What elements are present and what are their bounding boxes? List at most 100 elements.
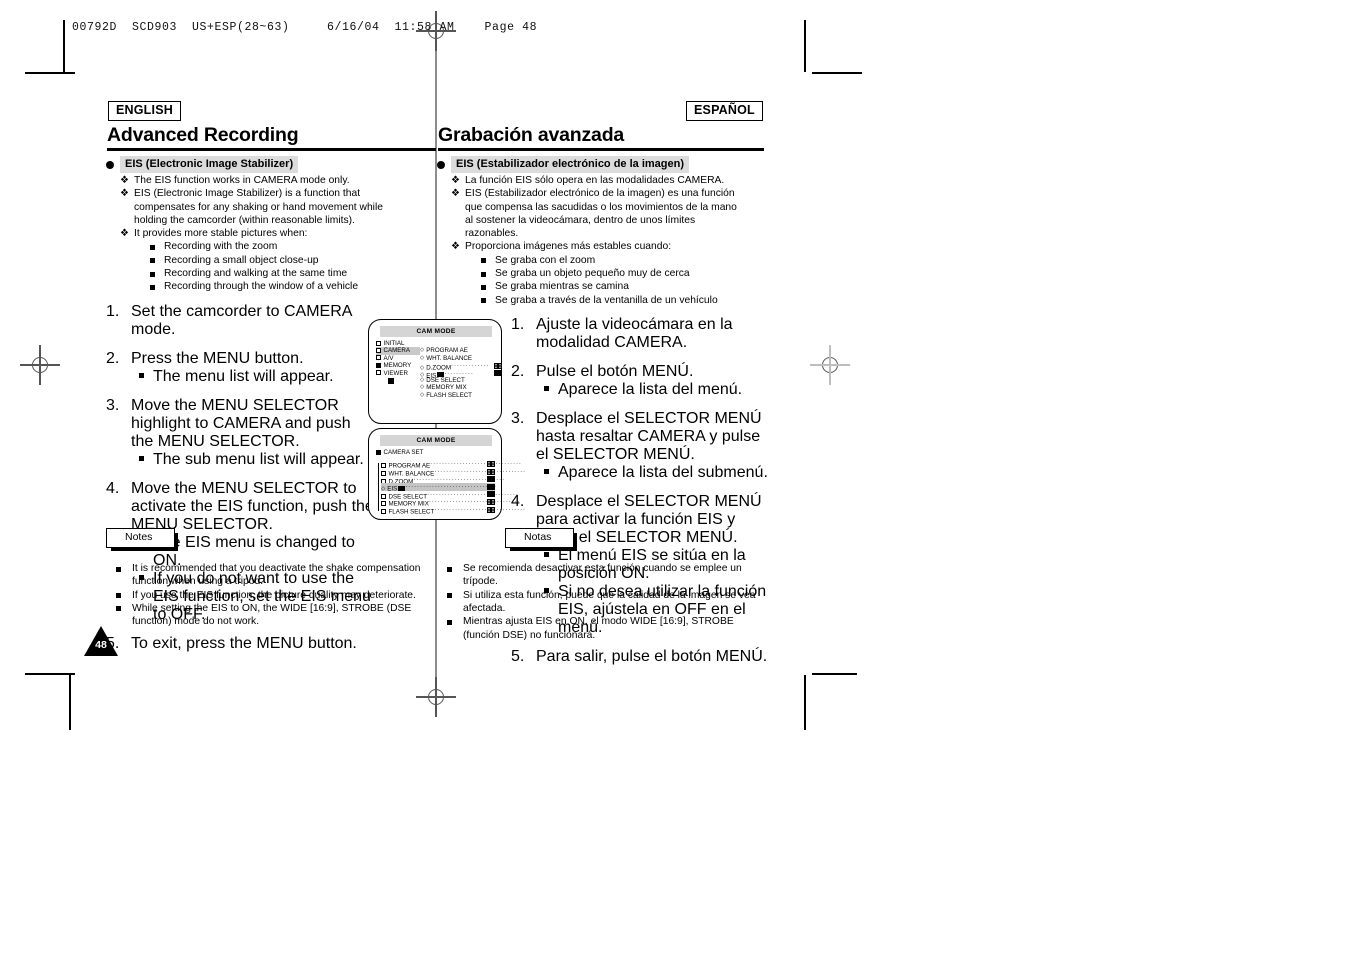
lcd-menu-label: INITIAL bbox=[383, 340, 405, 347]
menu-state-chip bbox=[487, 506, 495, 513]
page-number-badge: 48 bbox=[84, 626, 118, 656]
square-bullet-icon bbox=[481, 298, 486, 304]
bullet-text: EIS (Electronic Image Stabilizer) is a f… bbox=[134, 188, 383, 226]
lcd-setting-row[interactable]: MEMORY MIX ·····························… bbox=[381, 498, 520, 508]
step-number: 5. bbox=[511, 648, 525, 665]
step-number: 2. bbox=[106, 350, 120, 367]
notes-tab-label: Notas bbox=[505, 528, 578, 552]
step-number: 3. bbox=[511, 410, 525, 427]
step-sub-list: Aparece la lista del menú. bbox=[536, 381, 773, 399]
bullet-item: ❖ EIS (Estabilizador electrónico de la im… bbox=[437, 187, 747, 240]
lcd-setting-row[interactable]: PROGRAM AE ·····························… bbox=[381, 460, 521, 470]
menu-state-chip bbox=[487, 483, 495, 490]
section-heading-spanish: EIS (Estabilizador electrónico de la ima… bbox=[437, 156, 690, 173]
lcd-submenu-row[interactable]: ◇ MEMORY MIX bbox=[420, 384, 502, 391]
note-text: If you use the EIS function, the picture… bbox=[132, 589, 416, 601]
note-text: Mientras ajusta EIS en ON, el modo WIDE … bbox=[463, 616, 734, 641]
step-sub-list: Aparece la lista del submenú. bbox=[536, 464, 773, 482]
diamond-marker-icon: ◇ bbox=[420, 376, 425, 383]
step-item: 1. Ajuste la videocámara en la modalidad … bbox=[511, 316, 773, 352]
step-number: 3. bbox=[106, 397, 120, 414]
diamond-marker-icon: ◇ bbox=[420, 347, 425, 354]
leader-dots: ······························· bbox=[434, 505, 527, 513]
title-rule-english bbox=[107, 148, 436, 151]
section-heading-label: EIS (Estabilizador electrónico de la ima… bbox=[451, 156, 690, 173]
lcd-setting-row[interactable]: D.ZOOM ······························· bbox=[381, 476, 504, 485]
lcd-menu-row[interactable]: MEMORY bbox=[376, 362, 420, 369]
sub-bullet-text: Recording and walking at the same time bbox=[164, 268, 348, 280]
lcd-menu-row[interactable]: A/V bbox=[376, 355, 420, 362]
lcd-menu-row[interactable]: INITIAL bbox=[376, 340, 420, 347]
menu-state-chip bbox=[487, 491, 495, 498]
diamond-bullet-icon: ❖ bbox=[451, 174, 460, 186]
lcd-submenu-row[interactable]: ◇ FLASH SELECT bbox=[420, 392, 502, 399]
square-bullet-icon bbox=[150, 271, 155, 277]
lcd-submenu-row[interactable]: ◇D.ZOOM······························· bbox=[420, 362, 502, 372]
lcd-sub-menu-column: ◇ PROGRAM AE ◇ WHT. BALANCE ◇ D.ZOOM·········… bbox=[420, 347, 502, 399]
step-sub-item: Aparece la lista del submenú. bbox=[536, 464, 773, 482]
diamond-marker-icon: ◇ bbox=[420, 384, 425, 391]
bullet-dot-icon bbox=[106, 160, 114, 169]
square-bullet-icon bbox=[544, 385, 549, 391]
step-sub-list: The menu list will appear. bbox=[131, 368, 376, 386]
menu-state-chip bbox=[494, 370, 502, 377]
lcd-submenu-row[interactable]: ◇ WHT. BALANCE bbox=[420, 355, 502, 362]
note-text: While setting the EIS to ON, the WIDE [1… bbox=[132, 602, 412, 628]
square-bullet-icon bbox=[116, 606, 121, 612]
step-sub-item: The sub menu list will appear. bbox=[131, 451, 376, 469]
bullet-list: ❖ The EIS function works in CAMERA mode o… bbox=[106, 174, 406, 294]
intro-bullets-spanish: ❖ La función EIS sólo opera en las modali… bbox=[437, 174, 747, 307]
step-item: 5. To exit, press the MENU button. bbox=[106, 635, 376, 653]
diamond-bullet-icon: ❖ bbox=[451, 240, 460, 252]
square-bullet-icon bbox=[139, 455, 144, 461]
sub-bullet-item: Recording with the zoom bbox=[134, 240, 406, 253]
lcd-submenu-label: FLASH SELECT bbox=[426, 391, 472, 399]
lcd-menu-body: INITIAL CAMERA A/V MEMORY VIEWER ◇ PROGRAM AE… bbox=[376, 340, 502, 418]
lcd-setting-row[interactable]: WHT. BALANCE ···························… bbox=[381, 468, 525, 477]
note-item: It is recommended that you deactivate th… bbox=[106, 562, 436, 589]
bullet-dot-icon bbox=[437, 160, 445, 169]
bullet-item: ❖ It provides more stable pictures when: R… bbox=[106, 227, 406, 293]
lcd-menu-row[interactable]: VIEWER bbox=[376, 370, 420, 377]
square-bullet-icon bbox=[139, 372, 144, 378]
crop-mark-top-right bbox=[804, 20, 806, 72]
lcd-setting-row[interactable]: DSE SELECT ·····························… bbox=[381, 491, 518, 500]
step-sub-text: Aparece la lista del submenú. bbox=[558, 464, 768, 481]
square-bullet-icon bbox=[447, 619, 452, 625]
language-tag-english: ENGLISH bbox=[108, 101, 181, 122]
square-bullet-icon bbox=[481, 271, 486, 277]
lcd-submenu-row[interactable]: ◇ PROGRAM AE bbox=[420, 347, 502, 354]
step-item: 3. Desplace el SELECTOR MENÚ hasta resalt… bbox=[511, 410, 773, 482]
chapter-title-english: Advanced Recording bbox=[107, 124, 299, 146]
step-number: 1. bbox=[511, 316, 525, 333]
square-bullet-icon bbox=[150, 244, 155, 250]
step-text: Move the MENU SELECTOR highlight to CAME… bbox=[131, 397, 351, 450]
lcd-setting-row[interactable]: FLASH SELECT ···························… bbox=[381, 506, 525, 515]
square-bullet-icon bbox=[150, 284, 155, 290]
step-sub-item: Aparece la lista del menú. bbox=[536, 381, 773, 399]
step-item: 1. Set the camcorder to CAMERA mode. bbox=[106, 303, 376, 339]
step-number: 2. bbox=[511, 363, 525, 380]
square-bullet-icon bbox=[116, 566, 121, 572]
note-text: Se recomienda desactivar esta función cu… bbox=[463, 563, 742, 588]
bullet-text: EIS (Estabilizador electrónico de la ima… bbox=[465, 188, 737, 240]
step-number: 1. bbox=[106, 303, 120, 320]
lcd-setting-row[interactable]: ◇ EIS ······························· bbox=[381, 483, 496, 493]
bullet-item: ❖ Proporciona imágenes más estables cuand… bbox=[437, 240, 747, 306]
leader-dots: ······························· bbox=[430, 460, 522, 468]
lcd-submenu-row[interactable]: ◇ DSE SELECT bbox=[420, 377, 502, 384]
note-item: While setting the EIS to ON, the WIDE [1… bbox=[106, 602, 436, 629]
intro-bullets-english: ❖ The EIS function works in CAMERA mode o… bbox=[106, 174, 406, 294]
sub-bullet-list: Recording with the zoom Recording a small… bbox=[134, 240, 406, 293]
diamond-bullet-icon: ❖ bbox=[451, 187, 460, 199]
lcd-settings-list: PROGRAM AE ·····························… bbox=[377, 460, 525, 515]
lcd-submenu-body: CAMERA SET PROGRAM AE ··················… bbox=[376, 449, 525, 515]
sub-bullet-text: Se graba a través de la ventanilla de un… bbox=[495, 294, 718, 306]
lcd-submenu-label: WHT. BALANCE bbox=[426, 354, 472, 362]
lcd-submenu-row[interactable]: ◇EIS······························· bbox=[420, 370, 502, 379]
section-heading-english: EIS (Electronic Image Stabilizer) bbox=[106, 156, 299, 173]
sub-bullet-text: Se graba con el zoom bbox=[495, 254, 596, 266]
lcd-menu-row[interactable]: CAMERA bbox=[376, 347, 420, 355]
step-text: Para salir, pulse el botón MENÚ. bbox=[536, 648, 768, 665]
lcd-mode-title: CAM MODE bbox=[380, 326, 492, 337]
